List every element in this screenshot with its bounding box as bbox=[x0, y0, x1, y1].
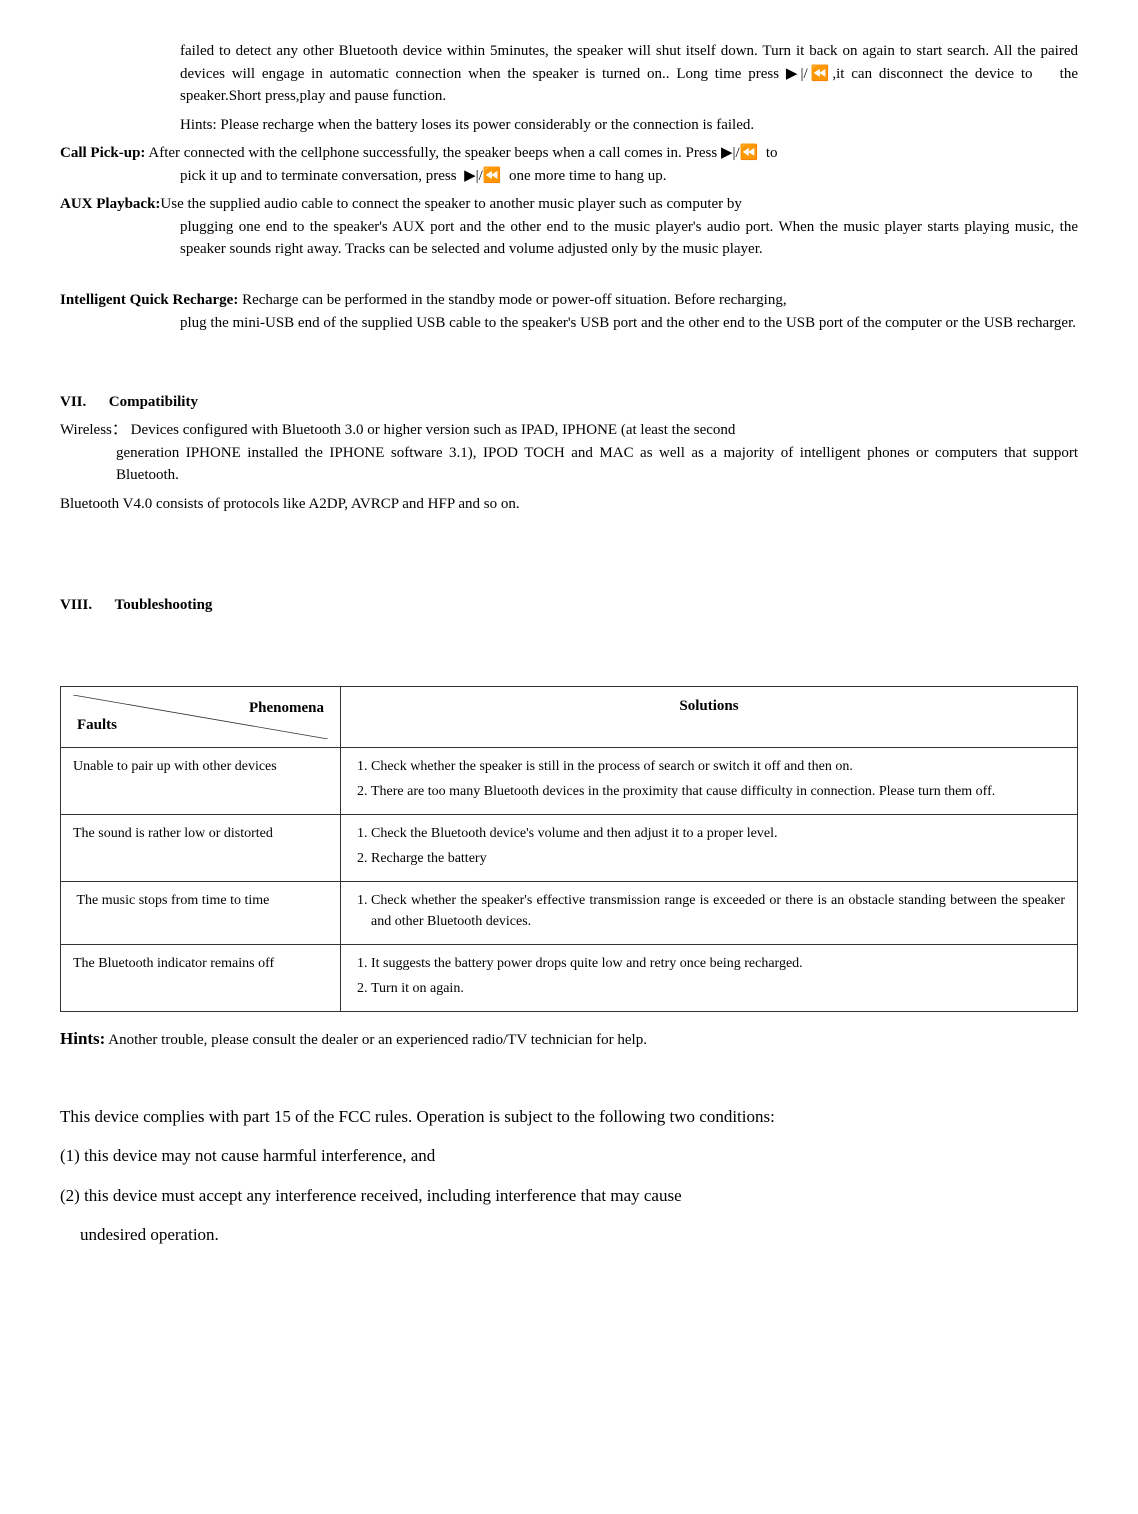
phenomena-label: Phenomena bbox=[249, 697, 324, 720]
section7-title: Compatibility bbox=[109, 394, 198, 410]
hints-section: Hints: Another trouble, please consult t… bbox=[60, 1026, 1078, 1052]
intro-hints: Hints: Please recharge when the battery … bbox=[180, 114, 1078, 137]
table-row: The sound is rather low or distorted Che… bbox=[61, 814, 1078, 881]
intro-para1: failed to detect any other Bluetooth dev… bbox=[180, 40, 1078, 108]
bt-line: Bluetooth V4.0 consists of protocols lik… bbox=[60, 493, 1078, 516]
faults-label: Faults bbox=[77, 714, 117, 737]
wireless-text-start: Devices configured with Bluetooth 3.0 or… bbox=[127, 422, 736, 438]
troubleshooting-table: Faults Phenomena Solutions Unable to pai… bbox=[60, 686, 1078, 1012]
aux-text-rest: plugging one end to the speaker's AUX po… bbox=[180, 216, 1078, 261]
table-row: The Bluetooth indicator remains off It s… bbox=[61, 944, 1078, 1011]
hints-prefix: Hints: bbox=[60, 1029, 105, 1048]
table-row: The music stops from time to time Check … bbox=[61, 881, 1078, 944]
section7-roman: VII. bbox=[60, 394, 86, 410]
fault-cell-3: The music stops from time to time bbox=[61, 881, 341, 944]
fcc-item2b: undesired operation. bbox=[80, 1222, 1078, 1248]
section8-title: Toubleshooting bbox=[115, 597, 213, 613]
section7-heading: VII. Compatibility bbox=[60, 391, 1078, 414]
recharge-label: Intelligent Quick Recharge: bbox=[60, 292, 238, 308]
section8-heading: VIII. Toubleshooting bbox=[60, 594, 1078, 617]
call-pickup-label: Call Pick-up: bbox=[60, 145, 145, 161]
solution-cell-2: Check the Bluetooth device's volume and … bbox=[341, 814, 1078, 881]
aux-text-start: Use the supplied audio cable to connect … bbox=[160, 196, 741, 212]
solution-cell-4: It suggests the battery power drops quit… bbox=[341, 944, 1078, 1011]
wireless-text-rest: generation IPHONE installed the IPHONE s… bbox=[116, 442, 1078, 487]
faults-phenomena-header: Faults Phenomena bbox=[61, 686, 341, 747]
aux-label: AUX Playback: bbox=[60, 196, 160, 212]
hints-text: Another trouble, please consult the deal… bbox=[105, 1032, 647, 1048]
fault-cell-1: Unable to pair up with other devices bbox=[61, 747, 341, 814]
solutions-header: Solutions bbox=[341, 686, 1078, 747]
fault-cell-4: The Bluetooth indicator remains off bbox=[61, 944, 341, 1011]
recharge-block: Intelligent Quick Recharge: Recharge can… bbox=[60, 289, 1078, 334]
wireless-label: Wireless： bbox=[60, 422, 127, 438]
fcc-item1: (1) this device may not cause harmful in… bbox=[60, 1143, 1078, 1169]
recharge-text-start: Recharge can be performed in the standby… bbox=[238, 292, 786, 308]
fcc-section: This device complies with part 15 of the… bbox=[60, 1104, 1078, 1248]
section8-roman: VIII. bbox=[60, 597, 92, 613]
call-pickup-cont: pick it up and to terminate conversation… bbox=[180, 165, 1078, 188]
table-row: Unable to pair up with other devices Che… bbox=[61, 747, 1078, 814]
solution-cell-3: Check whether the speaker's effective tr… bbox=[341, 881, 1078, 944]
recharge-text-rest: plug the mini-USB end of the supplied US… bbox=[180, 312, 1078, 335]
solution-cell-1: Check whether the speaker is still in th… bbox=[341, 747, 1078, 814]
wireless-block: Wireless： Devices configured with Blueto… bbox=[60, 419, 1078, 487]
aux-playback-block: AUX Playback:Use the supplied audio cabl… bbox=[60, 193, 1078, 261]
fault-cell-2: The sound is rather low or distorted bbox=[61, 814, 341, 881]
fcc-title: This device complies with part 15 of the… bbox=[60, 1104, 1078, 1130]
call-pickup-text: After connected with the cellphone succe… bbox=[148, 145, 777, 161]
call-pickup-block: Call Pick-up: After connected with the c… bbox=[60, 142, 1078, 187]
fcc-item2: (2) this device must accept any interfer… bbox=[60, 1183, 1078, 1209]
